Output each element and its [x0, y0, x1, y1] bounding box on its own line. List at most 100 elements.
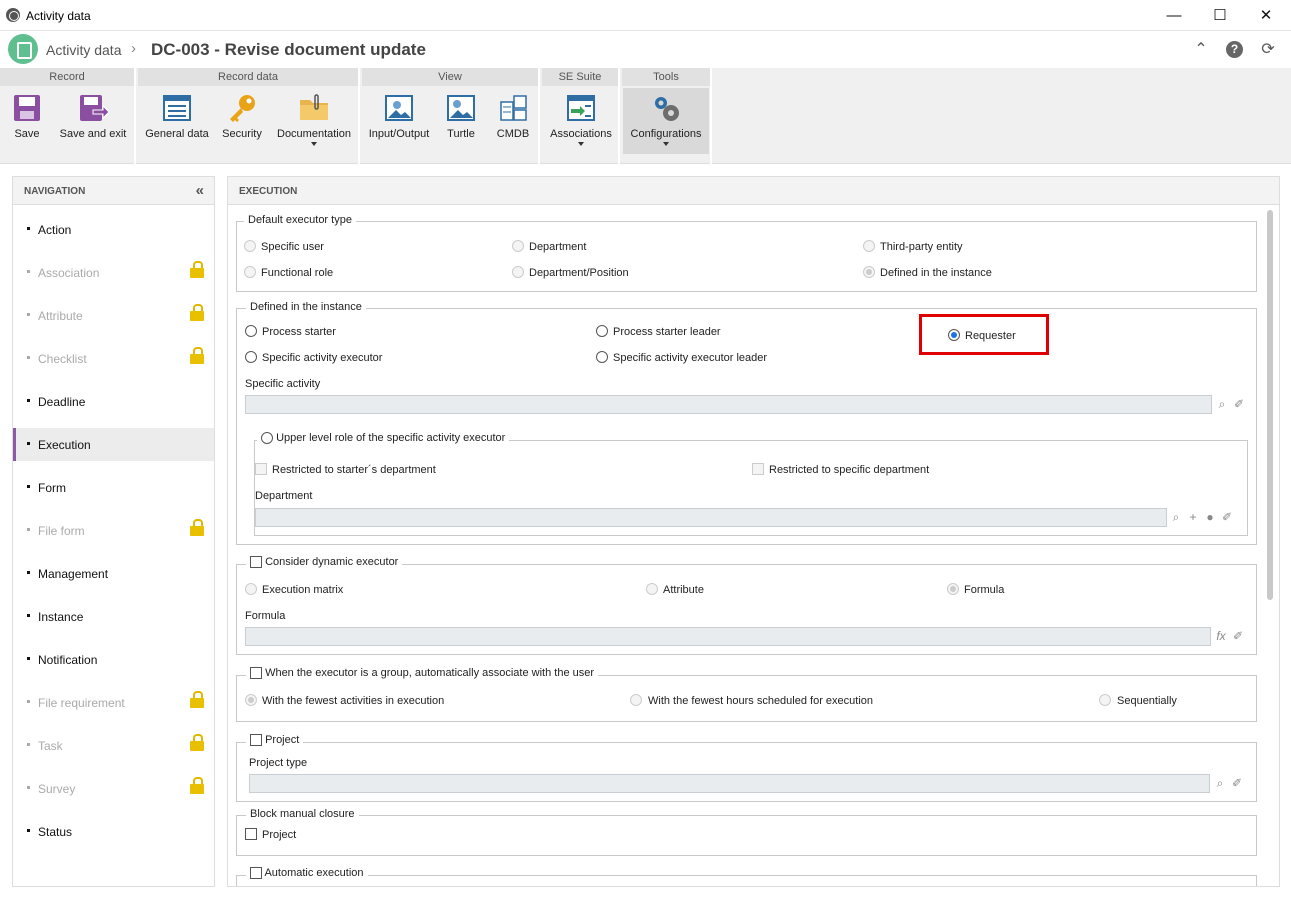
bullet-icon — [27, 485, 30, 488]
lock-icon — [190, 519, 204, 537]
automatic-execution-checkbox[interactable] — [250, 867, 262, 880]
upper-level-radio[interactable] — [261, 432, 273, 445]
fewest-activities-radio[interactable] — [245, 694, 257, 706]
nav-item-checklist[interactable]: Checklist — [13, 342, 214, 375]
nav-item-notification[interactable]: Notification — [13, 643, 214, 676]
sequentially-radio[interactable] — [1099, 694, 1111, 706]
search-icon[interactable]: ⌕ — [1168, 509, 1184, 526]
execution-matrix-label: Execution matrix — [262, 584, 344, 596]
nav-item-management[interactable]: Management — [13, 557, 214, 590]
general-data-button[interactable]: General data — [142, 88, 212, 154]
process-starter-radio[interactable] — [245, 325, 257, 337]
project-checkbox[interactable] — [250, 734, 262, 747]
configurations-button[interactable]: Configurations — [623, 88, 709, 154]
minimize-button[interactable]: — — [1151, 0, 1197, 31]
associations-button[interactable]: Associations — [546, 88, 616, 154]
clear-icon[interactable]: ✐ — [1230, 628, 1246, 645]
project-legend-wrap: Project — [246, 734, 304, 747]
save-exit-label: Save and exit — [59, 128, 127, 140]
collapse-up-icon[interactable]: ⌃ — [1191, 40, 1211, 60]
requester-highlight-box — [919, 314, 1049, 355]
group-legend-wrap: When the executor is a group, automatica… — [246, 667, 599, 680]
function-icon[interactable]: fx — [1213, 628, 1229, 645]
bullet-icon — [27, 442, 30, 445]
cmdb-label: CMDB — [496, 128, 530, 140]
restricted-specific-checkbox[interactable] — [752, 463, 764, 475]
specific-activity-executor-leader-radio[interactable] — [596, 351, 608, 363]
collapse-double-chevron-icon[interactable]: « — [196, 182, 204, 199]
third-party-radio[interactable] — [863, 240, 875, 252]
clear-icon[interactable]: ✐ — [1229, 775, 1245, 792]
add-icon[interactable]: + — [1185, 509, 1201, 526]
save-exit-button[interactable]: Save and exit — [56, 88, 130, 154]
general-data-icon — [163, 95, 191, 121]
clear-icon[interactable]: ✐ — [1219, 509, 1235, 526]
project-type-input[interactable] — [249, 774, 1210, 793]
nav-item-attribute[interactable]: Attribute — [13, 299, 214, 332]
defined-instance-radio[interactable] — [863, 266, 875, 278]
nav-item-label: Form — [38, 481, 66, 495]
input-output-icon — [385, 95, 413, 121]
department-radio[interactable] — [512, 240, 524, 252]
page-title: DC-003 - Revise document update — [151, 40, 426, 59]
search-icon[interactable]: ⌕ — [1214, 396, 1230, 413]
search-icon[interactable]: ⌕ — [1212, 775, 1228, 792]
save-button[interactable]: Save — [4, 88, 50, 154]
project-fieldset: Project Project type ⌕ ✐ — [236, 734, 1257, 802]
refresh-icon[interactable]: ⟳ — [1258, 40, 1278, 60]
nav-item-execution[interactable]: Execution — [13, 428, 214, 461]
user-icon[interactable]: ● — [1202, 509, 1218, 526]
lock-icon — [190, 691, 204, 709]
execution-matrix-radio[interactable] — [245, 583, 257, 595]
block-project-checkbox[interactable] — [245, 828, 257, 840]
bullet-icon — [27, 227, 30, 230]
clear-icon[interactable]: ✐ — [1231, 396, 1247, 413]
formula-input[interactable] — [245, 627, 1211, 646]
bullet-icon — [27, 829, 30, 832]
nav-item-task[interactable]: Task — [13, 729, 214, 762]
attribute-radio[interactable] — [646, 583, 658, 595]
nav-item-action[interactable]: Action — [13, 213, 214, 246]
nav-item-file-form[interactable]: File form — [13, 514, 214, 547]
lock-icon — [190, 261, 204, 279]
block-project-label: Project — [262, 829, 297, 841]
department-input[interactable] — [255, 508, 1167, 527]
functional-role-radio[interactable] — [244, 266, 256, 278]
nav-item-deadline[interactable]: Deadline — [13, 385, 214, 418]
group-executor-checkbox[interactable] — [250, 667, 262, 680]
vertical-scrollbar[interactable] — [1267, 210, 1273, 600]
documentation-button[interactable]: Documentation — [272, 88, 356, 154]
breadcrumb[interactable]: Activity data — [46, 42, 121, 58]
input-output-button[interactable]: Input/Output — [366, 88, 432, 154]
nav-item-label: Management — [38, 567, 109, 581]
specific-activity-executor-leader-label: Specific activity executor leader — [613, 352, 768, 364]
defined-instance-label: Defined in the instance — [880, 267, 992, 279]
dynamic-executor-checkbox[interactable] — [250, 556, 262, 569]
maximize-button[interactable]: ☐ — [1197, 0, 1243, 31]
nav-item-association[interactable]: Association — [13, 256, 214, 289]
restricted-starter-checkbox[interactable] — [255, 463, 267, 475]
specific-activity-executor-radio[interactable] — [245, 351, 257, 363]
turtle-button[interactable]: Turtle — [438, 88, 484, 154]
process-starter-leader-radio[interactable] — [596, 325, 608, 337]
associations-icon — [567, 95, 595, 121]
nav-item-file-requirement[interactable]: File requirement — [13, 686, 214, 719]
turtle-label: Turtle — [447, 128, 475, 140]
group-record-data: Record data General data Security Docume… — [138, 68, 360, 164]
formula-radio[interactable] — [947, 583, 959, 595]
nav-item-status[interactable]: Status — [13, 815, 214, 848]
help-icon[interactable]: ? — [1226, 41, 1243, 58]
department-position-radio[interactable] — [512, 266, 524, 278]
fewest-hours-radio[interactable] — [630, 694, 642, 706]
specific-user-radio[interactable] — [244, 240, 256, 252]
nav-item-instance[interactable]: Instance — [13, 600, 214, 633]
close-button[interactable]: ✕ — [1243, 0, 1289, 31]
project-type-label: Project type — [249, 757, 308, 769]
specific-activity-input[interactable] — [245, 395, 1212, 414]
nav-item-survey[interactable]: Survey — [13, 772, 214, 805]
security-button[interactable]: Security — [218, 88, 266, 154]
bullet-icon — [27, 743, 30, 746]
nav-item-form[interactable]: Form — [13, 471, 214, 504]
cmdb-button[interactable]: CMDB — [490, 88, 536, 154]
lock-icon — [190, 734, 204, 752]
